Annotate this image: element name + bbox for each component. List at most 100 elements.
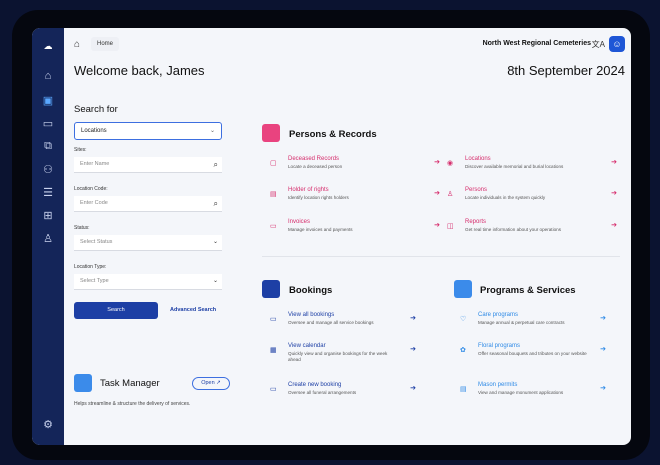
arrow-right-icon[interactable]: ➔ xyxy=(600,314,606,322)
search-icon[interactable]: ⌕ xyxy=(214,196,218,211)
persons-records-title: Persons & Records xyxy=(289,129,377,140)
top-bar: ⌂ Home North West Regional Cemeteries 文A… xyxy=(64,28,631,60)
search-type-value: Locations xyxy=(81,128,107,134)
search-icon[interactable]: ⌕ xyxy=(214,157,218,172)
item-desc: Manage invoices and payments xyxy=(288,227,353,232)
item-title: Floral programs xyxy=(478,343,521,349)
arrow-right-icon[interactable]: ➔ xyxy=(410,345,416,353)
item-desc: Identify location rights holders xyxy=(288,195,349,200)
chevron-down-icon: ⌄ xyxy=(212,239,218,245)
location-code-label: Location Code: xyxy=(74,186,108,192)
open-button[interactable]: Open ↗ xyxy=(192,377,230,390)
item-desc: Discover available memorial and burial l… xyxy=(465,164,564,169)
item-desc: Manage annual & perpetual care contracts xyxy=(478,320,565,325)
settings-icon[interactable]: ⚙ xyxy=(40,416,56,432)
logo-icon[interactable]: ☁ xyxy=(40,38,56,54)
invoices-item[interactable]: ▭ Invoices Manage invoices and payments … xyxy=(270,219,440,239)
item-title: Create new booking xyxy=(288,382,342,388)
item-title: Care programs xyxy=(478,312,519,318)
location-type-placeholder: Select Type xyxy=(80,278,109,284)
item-desc: Quickly view and organise bookings for t… xyxy=(288,351,388,362)
item-desc: Offer seasonal bouquets and tributes on … xyxy=(478,351,587,356)
status-select[interactable]: Select Status ⌄ xyxy=(74,235,222,251)
sidebar: ☁ ⌂ ▣ ▭ ⧉ ⚇ ☰ ⊞ ♙ ⚙ xyxy=(32,28,64,445)
arrow-right-icon[interactable]: ➔ xyxy=(410,314,416,322)
chevron-down-icon: ⌄ xyxy=(212,278,218,284)
sites-label: Sites: xyxy=(74,147,87,153)
people-icon[interactable]: ⚇ xyxy=(40,161,56,177)
search-title: Search for xyxy=(74,104,118,115)
programs-services-title: Programs & Services xyxy=(480,285,576,296)
item-desc: Oversee all funeral arrangements xyxy=(288,390,357,395)
item-title: Invoices xyxy=(288,219,311,225)
item-title: Persons xyxy=(465,187,488,193)
task-manager-description: Helps streamline & structure the deliver… xyxy=(74,401,191,407)
persons-item[interactable]: ♙ Persons Locate individuals in the syst… xyxy=(447,187,617,207)
bookings-icon xyxy=(262,280,280,298)
item-desc: Locate a deceased person xyxy=(288,164,343,169)
arrow-right-icon[interactable]: ➔ xyxy=(434,189,440,197)
mason-permits-item[interactable]: ▤ Mason permits View and manage monument… xyxy=(460,382,606,402)
status-label: Status: xyxy=(74,225,90,231)
create-new-booking-item[interactable]: ▭ Create new booking Oversee all funeral… xyxy=(270,382,416,402)
document-icon: ▢ xyxy=(270,160,277,167)
task-manager-icon xyxy=(74,374,92,392)
view-all-bookings-item[interactable]: ▭ View all bookings Oversee and manage a… xyxy=(270,312,416,332)
item-title: Mason permits xyxy=(478,382,518,388)
location-code-placeholder: Enter Code xyxy=(80,200,108,206)
holder-of-rights-item[interactable]: ▤ Holder of rights Identify location rig… xyxy=(270,187,440,207)
arrow-right-icon[interactable]: ➔ xyxy=(434,221,440,229)
calendar-icon: ▦ xyxy=(270,347,277,354)
records-icon[interactable]: ▣ xyxy=(40,92,56,108)
floral-programs-item[interactable]: ✿ Floral programs Offer seasonal bouquet… xyxy=(460,343,606,363)
item-title: Reports xyxy=(465,219,487,225)
breadcrumb[interactable]: Home xyxy=(91,37,120,51)
chevron-down-icon: ⌄ xyxy=(209,128,215,134)
item-title: Locations xyxy=(465,156,491,162)
organisation-name[interactable]: North West Regional Cemeteries xyxy=(483,40,591,47)
main-content: ⌂ Home North West Regional Cemeteries 文A… xyxy=(64,28,631,445)
home-icon[interactable]: ⌂ xyxy=(40,68,56,84)
book-icon[interactable]: ▭ xyxy=(40,115,56,131)
arrow-right-icon[interactable]: ➔ xyxy=(410,384,416,392)
deceased-records-item[interactable]: ▢ Deceased Records Locate a deceased per… xyxy=(270,156,440,176)
locations-icon[interactable]: ⊞ xyxy=(40,207,56,223)
reports-item[interactable]: ◫ Reports Get real time information abou… xyxy=(447,219,617,239)
arrow-right-icon[interactable]: ➔ xyxy=(434,158,440,166)
persons-records-icon xyxy=(262,124,280,142)
arrow-right-icon[interactable]: ➔ xyxy=(611,221,617,229)
book-plus-icon: ▭ xyxy=(270,386,277,393)
invoice-icon: ▭ xyxy=(270,223,277,230)
users-icon[interactable]: ♙ xyxy=(40,230,56,246)
avatar[interactable]: ☺ xyxy=(609,36,625,52)
reports-icon[interactable]: ☰ xyxy=(40,184,56,200)
item-desc: View and manage monument applications xyxy=(478,390,564,395)
arrow-right-icon[interactable]: ➔ xyxy=(611,158,617,166)
report-icon: ◫ xyxy=(447,223,454,230)
advanced-search-link[interactable]: Advanced Search xyxy=(170,307,216,313)
view-calendar-item[interactable]: ▦ View calendar Quickly view and organis… xyxy=(270,343,416,363)
search-type-select[interactable]: Locations ⌄ xyxy=(74,122,222,140)
arrow-right-icon[interactable]: ➔ xyxy=(600,384,606,392)
task-manager-card: Task Manager Open ↗ Helps streamline & s… xyxy=(74,374,234,434)
language-icon[interactable]: 文A xyxy=(592,39,605,50)
location-code-input[interactable]: Enter Code ⌕ xyxy=(74,196,222,212)
search-button[interactable]: Search xyxy=(74,302,158,319)
welcome-title: Welcome back, James xyxy=(74,63,205,78)
sites-input[interactable]: Enter Name ⌕ xyxy=(74,157,222,173)
arrow-right-icon[interactable]: ➔ xyxy=(600,345,606,353)
item-desc: Locate individuals in the system quickly xyxy=(465,195,546,200)
person-icon: ♙ xyxy=(447,191,454,198)
locations-item[interactable]: ◉ Locations Discover available memorial … xyxy=(447,156,617,176)
book-icon: ▭ xyxy=(270,316,277,323)
flower-icon: ✿ xyxy=(460,347,466,354)
bookings-icon[interactable]: ⧉ xyxy=(40,138,56,154)
home-icon[interactable]: ⌂ xyxy=(74,39,80,50)
arrow-right-icon[interactable]: ➔ xyxy=(611,189,617,197)
sites-placeholder: Enter Name xyxy=(80,161,110,167)
app-screen: ☁ ⌂ ▣ ▭ ⧉ ⚇ ☰ ⊞ ♙ ⚙ ⌂ Home North West Re… xyxy=(32,28,631,445)
current-date: 8th September 2024 xyxy=(507,63,625,78)
care-programs-item[interactable]: ♡ Care programs Manage annual & perpetua… xyxy=(460,312,606,332)
location-type-select[interactable]: Select Type ⌄ xyxy=(74,274,222,290)
pin-icon: ◉ xyxy=(447,160,454,167)
